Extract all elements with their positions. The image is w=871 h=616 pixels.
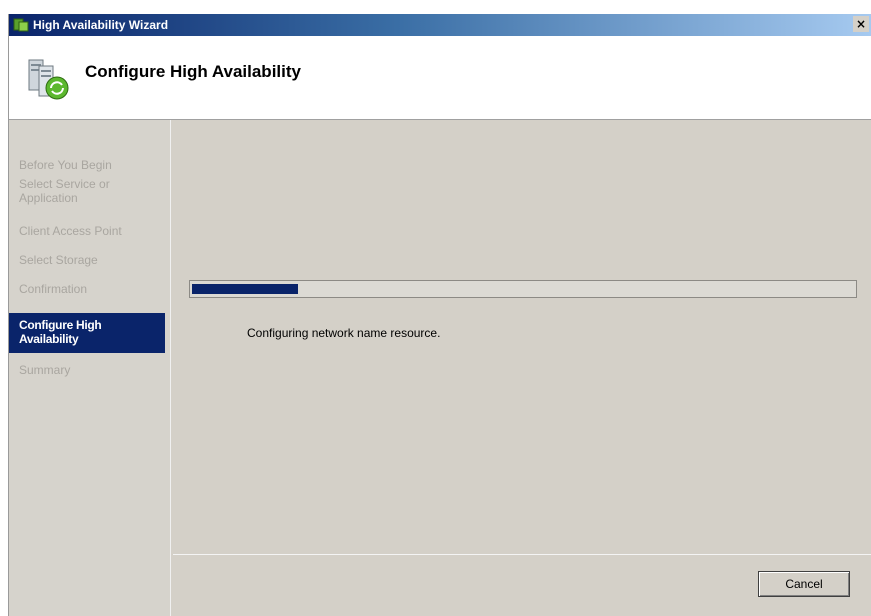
nav-step-label: Summary bbox=[19, 363, 71, 377]
progress-bar bbox=[189, 280, 857, 298]
nav-step-label: Before You Begin bbox=[19, 158, 112, 172]
close-icon[interactable]: × bbox=[853, 16, 869, 32]
progress-bar-fill bbox=[192, 284, 298, 294]
footer-divider bbox=[173, 554, 871, 555]
nav-step-label: Client Access Point bbox=[19, 224, 122, 238]
nav-step-configure-high-availability[interactable]: Configure High Availability bbox=[9, 313, 165, 353]
wizard-app-icon bbox=[13, 17, 29, 33]
wizard-header: Configure High Availability bbox=[9, 36, 871, 120]
nav-step-select-storage[interactable]: Select Storage bbox=[9, 253, 165, 267]
nav-step-label: Configure High Availability bbox=[19, 318, 102, 346]
wizard-steps-nav: Before You Begin Select Service or Appli… bbox=[9, 120, 171, 616]
cancel-button[interactable]: Cancel bbox=[758, 571, 850, 597]
nav-step-client-access-point[interactable]: Client Access Point bbox=[9, 224, 165, 238]
wizard-window: High Availability Wizard × Configure Hig… bbox=[8, 14, 871, 616]
nav-step-label: Select Storage bbox=[19, 253, 98, 267]
title-bar[interactable]: High Availability Wizard × bbox=[9, 14, 871, 36]
nav-step-label: Confirmation bbox=[19, 282, 88, 296]
nav-step-confirmation[interactable]: Confirmation bbox=[9, 282, 165, 296]
progress-status-text: Configuring network name resource. bbox=[247, 326, 441, 340]
server-cluster-icon bbox=[27, 56, 71, 102]
wizard-content: Configuring network name resource. Cance… bbox=[173, 120, 871, 616]
nav-step-select-service[interactable]: Select Service or Application bbox=[9, 177, 139, 205]
nav-step-summary[interactable]: Summary bbox=[9, 363, 165, 377]
window-title: High Availability Wizard bbox=[33, 18, 169, 32]
nav-step-label: Select Service or Application bbox=[19, 177, 110, 205]
page-title: Configure High Availability bbox=[85, 62, 301, 81]
nav-step-before-you-begin[interactable]: Before You Begin bbox=[9, 158, 165, 172]
